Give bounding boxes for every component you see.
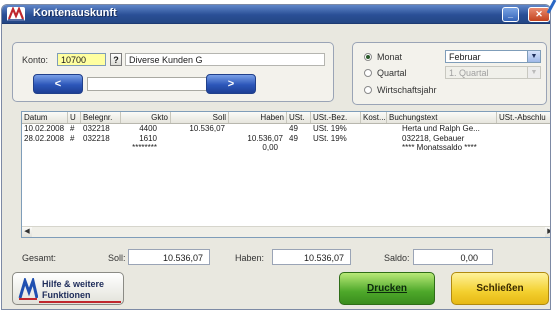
window-title: Kontenauskunft [33,7,117,19]
cell-gkto: 1610 [139,134,157,143]
konto-panel: Konto: 10700 ? Diverse Kunden G < > [12,42,334,102]
cell-buchungstext: **** Monatssaldo **** [402,143,477,152]
quartal-radio[interactable] [364,69,372,77]
cell-buchungstext: Herta und Ralph Ge... [402,124,480,133]
help-button-label-line1: Hilfe & weitere [42,279,105,289]
cell-gkto: 4400 [139,124,157,133]
help-functions-button[interactable]: Hilfe & weitere Funktionen [12,272,124,305]
gesamt-label: Gesamt: [22,253,57,263]
monat-select[interactable]: Februar ▼ [445,50,541,63]
konto-label: Konto: [22,55,49,65]
cell-datum: 28.02.2008 [24,134,65,143]
cell-haben: 10.536,07 [247,134,283,143]
konto-description-field: Diverse Kunden G [125,53,325,66]
monat-label: Monat [377,52,403,62]
soll-label: Soll: [108,253,126,263]
quartal-label: Quartal [377,68,407,78]
bookings-table[interactable]: Datum U Belegnr. Gkto Soll Haben USt. US… [21,111,550,238]
cell-soll [159,134,227,143]
table-row[interactable]: 28.02.2008 # 032218 1610 10.536,07 49 US… [22,134,550,143]
cell-datum [22,143,68,152]
quartal-select: 1. Quartal ▼ [445,66,541,79]
cell-belegnr: 032218 [83,134,110,143]
cell-kost [361,143,387,152]
column-header-belegnr[interactable]: Belegnr. [81,112,121,123]
drucken-button[interactable]: Drucken [339,272,435,305]
cell-ust-bez: USt. 19% [313,134,347,143]
cell-u: # [70,134,75,143]
app-logo-icon [7,7,25,21]
help-logo-icon [18,275,39,300]
column-header-kost[interactable]: Kost... [361,112,387,123]
column-header-datum[interactable]: Datum [22,112,68,123]
konto-search-field[interactable] [87,77,207,91]
cell-ust: 49 [289,124,298,133]
column-header-u[interactable]: U [68,112,81,123]
drucken-label: Drucken [366,283,407,294]
column-header-buchungstext[interactable]: Buchungstext [387,112,497,123]
chevron-down-icon: ▼ [527,51,540,62]
schliessen-label: Schließen [476,283,524,294]
help-button-red-bar [39,301,121,303]
column-header-soll[interactable]: Soll [171,112,229,123]
chevron-right-icon: > [227,78,235,90]
konto-input[interactable]: 10700 [57,53,106,66]
cell-belegnr: 032218 [83,124,110,133]
cell-soll [159,143,227,152]
konto-lookup-button[interactable]: ? [110,53,122,66]
monat-radio[interactable] [364,53,372,61]
cell-u [68,143,81,152]
table-row[interactable]: 10.02.2008 # 032218 4400 10.536,07 49 US… [22,124,550,133]
table-row[interactable]: ******** 0,00 **** Monatssaldo **** [22,143,550,152]
cell-datum: 10.02.2008 [24,124,65,133]
cell-haben: 0,00 [262,143,278,152]
kontenauskunft-window: Kontenauskunft _ ✕ Konto: 10700 ? Divers… [1,4,551,310]
saldo-label: Saldo: [384,253,410,263]
haben-total-field: 10.536,07 [272,249,351,265]
cell-u: # [70,124,75,133]
cell-kost [361,134,387,143]
period-panel: Monat Februar ▼ Quartal 1. Quartal ▼ Wir… [352,42,547,105]
scroll-right-icon[interactable]: ▶ [545,227,550,237]
wirtschaftsjahr-radio[interactable] [364,86,372,94]
cell-gkto: ******** [132,143,157,152]
monat-select-value: Februar [449,52,481,62]
horizontal-scrollbar[interactable]: ◀ ▶ [22,226,550,237]
table-header: Datum U Belegnr. Gkto Soll Haben USt. US… [22,112,550,124]
soll-total-field: 10.536,07 [128,249,210,265]
minimize-button[interactable]: _ [502,7,519,22]
cell-kost [361,124,387,133]
cell-buchungstext: 032218, Gebauer [402,134,465,143]
schliessen-button[interactable]: Schließen [451,272,549,305]
cell-ust: 49 [289,134,298,143]
wirtschaftsjahr-label: Wirtschaftsjahr [377,85,437,95]
cell-belegnr [81,143,121,152]
next-konto-button[interactable]: > [206,74,256,94]
chevron-left-icon: < [54,78,62,90]
cell-ust [287,143,311,152]
cell-soll: 10.536,07 [189,124,225,133]
saldo-total-field: 0,00 [413,249,493,265]
title-bar: Kontenauskunft _ ✕ [2,5,550,24]
scroll-left-icon[interactable]: ◀ [22,227,32,237]
cell-ust-bez [311,143,361,152]
column-header-ust[interactable]: USt. [287,112,311,123]
cell-haben [229,124,285,133]
help-button-label-line2: Funktionen [42,290,91,300]
chevron-down-icon: ▼ [527,67,540,78]
haben-label: Haben: [235,253,265,263]
column-header-ust-bez[interactable]: USt.-Bez. [311,112,361,123]
corner-swoosh [545,0,557,14]
column-header-ust-abschluss[interactable]: USt.-Abschlu [497,112,550,123]
quartal-select-value: 1. Quartal [449,68,489,78]
column-header-gkto[interactable]: Gkto [121,112,171,123]
cell-ust-bez: USt. 19% [313,124,347,133]
column-header-haben[interactable]: Haben [229,112,287,123]
previous-konto-button[interactable]: < [33,74,83,94]
